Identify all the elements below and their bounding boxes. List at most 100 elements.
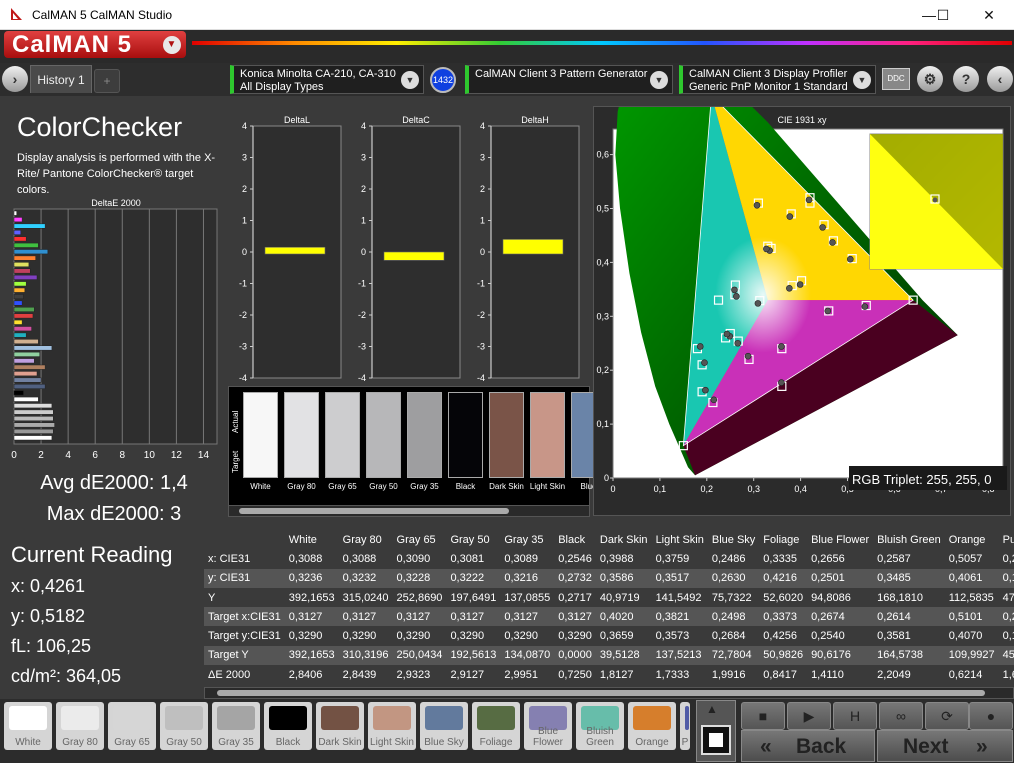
column-header[interactable]: Blue Sky	[707, 530, 760, 550]
generator-selector[interactable]: CalMAN Client 3 Pattern Generator ▼	[465, 65, 673, 94]
loop-button[interactable]: ∞	[879, 702, 923, 730]
table-cell: 168,1810	[877, 591, 924, 604]
add-tab-button[interactable]: +	[94, 69, 120, 93]
scrollbar-thumb[interactable]	[217, 690, 985, 696]
table-cell: 0,3586	[595, 568, 652, 588]
cie-actual-point	[710, 396, 718, 404]
table-cell: 2,8439	[342, 668, 377, 681]
swatch-strip-scrollbar[interactable]	[228, 505, 590, 517]
settings-button[interactable]: ⚙	[917, 66, 943, 92]
table-cell: 0,5101	[944, 607, 999, 627]
strip-swatch-label: Gray 35	[410, 482, 439, 491]
column-header[interactable]: Gray 35	[500, 530, 555, 550]
deltae-bar	[13, 313, 34, 319]
patch-button[interactable]: Light Skin	[368, 702, 416, 750]
column-header[interactable]: Gray 50	[446, 530, 501, 550]
patch-button[interactable]: Bluish Green	[576, 702, 624, 750]
table-cell: 109,9927	[944, 645, 999, 666]
table-cell: 0,21	[998, 607, 1014, 627]
table-cell: 392,1653	[284, 645, 339, 666]
tab-history-1[interactable]: History 1	[30, 65, 92, 93]
column-header[interactable]: Dark Skin	[595, 530, 652, 550]
stop-square-button[interactable]	[701, 725, 731, 755]
patch-button[interactable]: Gray 65	[108, 702, 156, 750]
column-header[interactable]: Purp	[998, 530, 1014, 550]
ddc-button[interactable]: DDC	[882, 68, 910, 90]
patch-button[interactable]: Gray 80	[56, 702, 104, 750]
scrollbar-thumb[interactable]	[239, 508, 509, 514]
patch-button[interactable]: Gray 35	[212, 702, 260, 750]
close-button[interactable]: ✕	[974, 4, 1004, 26]
delta-tick-label: 3	[242, 153, 247, 163]
patch-button[interactable]: Blue Flower	[524, 702, 572, 750]
cie-actual-point	[778, 343, 785, 350]
table-cell: 0,4020	[595, 607, 652, 627]
table-cell: 0,4256	[763, 630, 797, 643]
deltae-grid	[13, 208, 218, 445]
table-cell: 250,0434	[392, 645, 447, 666]
patch-button[interactable]: Foliage	[472, 702, 520, 750]
patch-button[interactable]: Gray 50	[160, 702, 208, 750]
back-button[interactable]: « Back	[741, 730, 875, 762]
deltae-bar	[13, 345, 53, 351]
table-row: x: CIE31 0,3088 0,3088 0,3090 0,3081 0,3089 0,…	[204, 549, 1014, 568]
patch-button[interactable]: P	[680, 702, 690, 750]
table-scrollbar[interactable]	[204, 687, 1014, 699]
table-cell: 0,3290	[396, 630, 431, 643]
play-button[interactable]: ▶	[787, 702, 831, 730]
up-icon[interactable]: ▲	[706, 702, 718, 716]
deltae-bar	[13, 294, 24, 300]
patch-label: Gray 35	[218, 737, 254, 748]
table-cell: 2,9951	[504, 668, 538, 681]
meter-badge[interactable]: 1432	[430, 67, 456, 93]
delta-tick-label: -4	[239, 373, 247, 383]
collapse-button[interactable]: ‹	[987, 66, 1013, 92]
patch-button[interactable]: White	[4, 702, 52, 750]
meter-selector[interactable]: Konica Minolta CA-210, CA-310 All Displa…	[230, 65, 424, 94]
help-button[interactable]: ?	[953, 66, 979, 92]
window-title: CalMAN 5 CalMAN Studio	[32, 8, 173, 22]
patch-button[interactable]: Dark Skin	[316, 702, 364, 750]
column-header[interactable]: Light Skin	[651, 530, 708, 550]
deltae-bar	[13, 217, 23, 223]
cie-y-tick: 0,2	[596, 365, 609, 375]
chevron-down-icon: ▼	[650, 71, 668, 89]
patch-button[interactable]: Orange	[628, 702, 676, 750]
hold-icon: H	[849, 708, 861, 724]
delta-tick-label: -1	[358, 279, 366, 289]
column-header[interactable]: Gray 80	[338, 530, 393, 550]
deltae-bar	[13, 230, 22, 235]
column-header[interactable]: Blue Flower	[807, 530, 874, 550]
help-icon: ?	[961, 71, 971, 87]
table-cell: 0,3485	[873, 568, 945, 588]
stop-button[interactable]: ■	[741, 702, 785, 730]
column-header[interactable]: White	[284, 530, 339, 550]
record-button[interactable]: ●	[969, 702, 1013, 730]
patch-button[interactable]: Blue Sky	[420, 702, 468, 750]
patch-color-chip	[373, 706, 411, 730]
deltae-bar	[13, 242, 39, 248]
maximize-button[interactable]: ☐	[928, 4, 958, 26]
calman-logo-button[interactable]: CalMAN 5 ▼	[4, 31, 186, 58]
display-selector[interactable]: CalMAN Client 3 Display Profiler Generic…	[679, 65, 876, 94]
table-cell: 39,5128	[595, 645, 652, 666]
column-header[interactable]: Orange	[944, 530, 999, 550]
column-header[interactable]: Foliage	[759, 530, 808, 550]
delta-tick-label: 0	[242, 247, 247, 257]
deltae-bar	[13, 274, 38, 280]
column-header[interactable]: Gray 65	[392, 530, 447, 550]
delta-tick-label: 4	[361, 121, 366, 131]
table-row: ΔE 2000 2,8406 2,8439 2,9323 2,9127 2,9951 0,7…	[204, 665, 1014, 684]
cie-actual-point	[733, 293, 740, 300]
patch-button[interactable]: Black	[264, 702, 312, 750]
hold-button[interactable]: H	[833, 702, 877, 730]
column-header[interactable]: Bluish Green	[873, 530, 945, 550]
column-header[interactable]: Black	[554, 530, 596, 550]
current-x: x: 0,4261	[11, 576, 86, 596]
display-name: Generic PnP Monitor 1 Standard	[689, 81, 848, 93]
deltae-bar	[13, 377, 42, 383]
patch-color-chip	[217, 706, 255, 730]
refresh-button[interactable]: ⟳	[925, 702, 969, 730]
expand-sidebar-button[interactable]: ›	[2, 66, 28, 92]
next-button[interactable]: Next »	[877, 730, 1013, 762]
